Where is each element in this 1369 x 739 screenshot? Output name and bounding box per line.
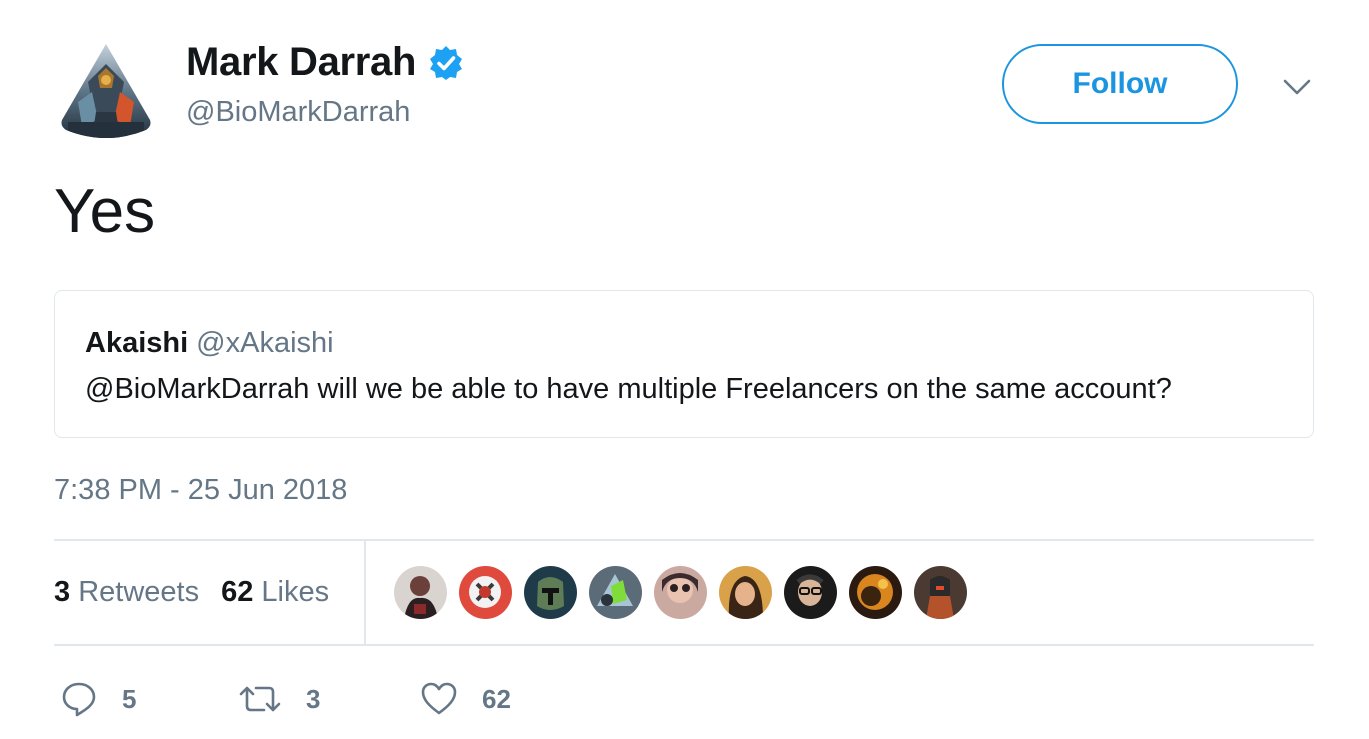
tweet-card: Mark Darrah @BioMarkDarrah Follow Yes Ak… xyxy=(0,0,1369,739)
tweet-text: Yes xyxy=(54,177,156,246)
chevron-down-icon[interactable] xyxy=(1280,72,1314,102)
retweet-icon xyxy=(239,686,281,712)
follow-button[interactable]: Follow xyxy=(1002,44,1238,124)
quoted-tweet-text: @BioMarkDarrah will we be able to have m… xyxy=(85,373,1172,405)
heart-icon xyxy=(421,682,457,715)
liker-avatar[interactable] xyxy=(849,566,902,619)
liker-avatar[interactable] xyxy=(914,566,967,619)
liker-avatar[interactable] xyxy=(589,566,642,619)
retweets-stat[interactable]: 3 Retweets xyxy=(54,576,199,609)
tweet-stats: 3 Retweets 62 Likes xyxy=(54,576,329,609)
reply-icon xyxy=(62,682,96,717)
retweets-stat-count: 3 xyxy=(54,576,71,608)
liker-avatar[interactable] xyxy=(524,566,577,619)
author-name-row: Mark Darrah xyxy=(186,40,464,85)
retweet-count: 3 xyxy=(306,683,321,714)
quoted-author-name: Akaishi xyxy=(85,327,189,359)
liker-avatar[interactable] xyxy=(394,566,447,619)
reply-button[interactable]: 5 xyxy=(60,680,136,718)
likes-stat-label: Likes xyxy=(261,576,330,608)
author-handle[interactable]: @BioMarkDarrah xyxy=(186,96,410,129)
likes-stat[interactable]: 62 Likes xyxy=(221,576,329,609)
quoted-tweet-header: Akaishi @xAkaishi xyxy=(85,327,334,360)
quoted-author-handle: @xAkaishi xyxy=(196,327,334,359)
likes-stat-count: 62 xyxy=(221,576,254,608)
retweets-stat-label: Retweets xyxy=(78,576,200,608)
divider xyxy=(54,644,1314,646)
liker-avatars xyxy=(394,566,967,619)
like-count: 62 xyxy=(482,683,511,714)
retweet-button[interactable]: 3 xyxy=(238,680,320,718)
stats-separator xyxy=(364,541,366,645)
quoted-tweet[interactable]: Akaishi @xAkaishi @BioMarkDarrah will we … xyxy=(54,290,1314,438)
liker-avatar[interactable] xyxy=(459,566,512,619)
tweet-timestamp[interactable]: 7:38 PM - 25 Jun 2018 xyxy=(54,474,347,507)
author-avatar[interactable] xyxy=(58,42,154,142)
reply-count: 5 xyxy=(122,683,137,714)
liker-avatar[interactable] xyxy=(654,566,707,619)
author-name[interactable]: Mark Darrah xyxy=(186,40,416,85)
liker-avatar[interactable] xyxy=(784,566,837,619)
like-button[interactable]: 62 xyxy=(420,680,511,718)
verified-badge-icon xyxy=(428,45,464,81)
liker-avatar[interactable] xyxy=(719,566,772,619)
divider xyxy=(54,539,1314,541)
